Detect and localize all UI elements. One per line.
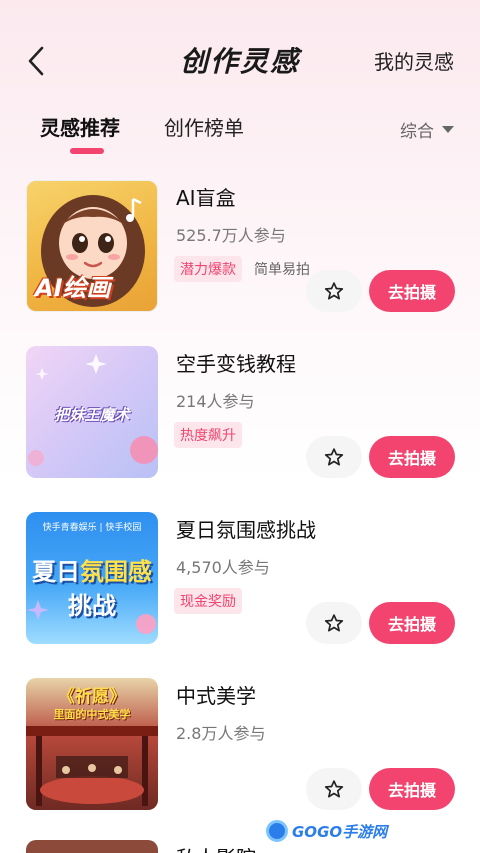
item-thumbnail: AI绘画 <box>26 180 158 312</box>
tag-group: 现金奖励 <box>174 588 242 614</box>
favorite-button[interactable] <box>306 270 362 312</box>
item-title: 夏日氛围感挑战 <box>176 518 316 542</box>
participant-count: 4,570人参与 <box>176 558 270 577</box>
participant-count: 2.8万人参与 <box>176 724 266 743</box>
list-item[interactable]: 《祈愿》 里面的中式美学 中式美学 2.8万人参与 去拍摄 <box>0 678 480 812</box>
header: 创作灵感 我的灵感 <box>0 0 480 110</box>
tag-badge: 现金奖励 <box>174 588 242 614</box>
chevron-left-icon <box>28 46 44 76</box>
back-button[interactable] <box>22 44 52 78</box>
my-inspiration-link[interactable]: 我的灵感 <box>374 46 454 75</box>
gogo-logo-icon <box>266 820 288 842</box>
favorite-button[interactable] <box>306 602 362 644</box>
go-shoot-button[interactable]: 去拍摄 <box>369 602 455 644</box>
tag-group: 潜力爆款 简单易拍 <box>174 256 316 282</box>
item-title: AI盲盒 <box>176 186 236 210</box>
item-title: 空手变钱教程 <box>176 352 296 376</box>
watermark-text: GOGO手游网 <box>292 822 388 841</box>
tab-creation-rankings[interactable]: 创作榜单 <box>164 112 244 141</box>
sparkle-decoration <box>27 600 156 634</box>
tab-inspiration-recommend[interactable]: 灵感推荐 <box>40 112 120 141</box>
watermark: GOGO手游网 <box>266 820 387 842</box>
list-item[interactable]: AI绘画 AI盲盒 525.7万人参与 潜力爆款 简单易拍 去拍摄 <box>0 180 480 314</box>
item-title-partial: 私人影院 <box>176 842 256 853</box>
thumb-caption: AI绘画 <box>35 274 111 302</box>
go-shoot-button[interactable]: 去拍摄 <box>369 768 455 810</box>
tag-badge: 热度飙升 <box>174 422 242 448</box>
participant-count: 525.7万人参与 <box>176 226 286 245</box>
tag-badge: 简单易拍 <box>254 262 310 278</box>
list-item[interactable]: 快手青春娱乐 | 快手校园 夏日氛围感 挑战 夏日氛围感挑战 4,570人参与 … <box>0 512 480 646</box>
participant-count: 214人参与 <box>176 392 255 411</box>
star-icon <box>324 448 344 466</box>
go-shoot-button[interactable]: 去拍摄 <box>369 436 455 478</box>
favorite-button[interactable] <box>306 768 362 810</box>
tab-active-indicator <box>70 148 104 154</box>
tag-badge: 潜力爆款 <box>174 256 242 282</box>
star-icon <box>324 282 344 300</box>
item-thumbnail: 快手青春娱乐 | 快手校园 夏日氛围感 挑战 <box>26 512 158 644</box>
star-icon <box>324 614 344 632</box>
star-icon <box>324 780 344 798</box>
item-thumbnail-partial <box>26 840 158 853</box>
item-thumbnail: 把妹王魔术 <box>26 346 158 478</box>
caret-down-icon <box>442 126 454 133</box>
sort-dropdown[interactable]: 综合 <box>400 117 454 142</box>
go-shoot-button[interactable]: 去拍摄 <box>369 270 455 312</box>
thumb-caption: 把妹王魔术 <box>54 406 130 424</box>
sort-label: 综合 <box>400 122 434 142</box>
stage-illustration <box>26 726 158 806</box>
item-title: 中式美学 <box>176 684 256 708</box>
favorite-button[interactable] <box>306 436 362 478</box>
tag-group: 热度飙升 <box>174 422 242 448</box>
tab-bar: 灵感推荐 创作榜单 综合 <box>0 112 480 160</box>
item-thumbnail: 《祈愿》 里面的中式美学 <box>26 678 158 810</box>
list-item[interactable]: 把妹王魔术 空手变钱教程 214人参与 热度飙升 去拍摄 <box>0 346 480 480</box>
